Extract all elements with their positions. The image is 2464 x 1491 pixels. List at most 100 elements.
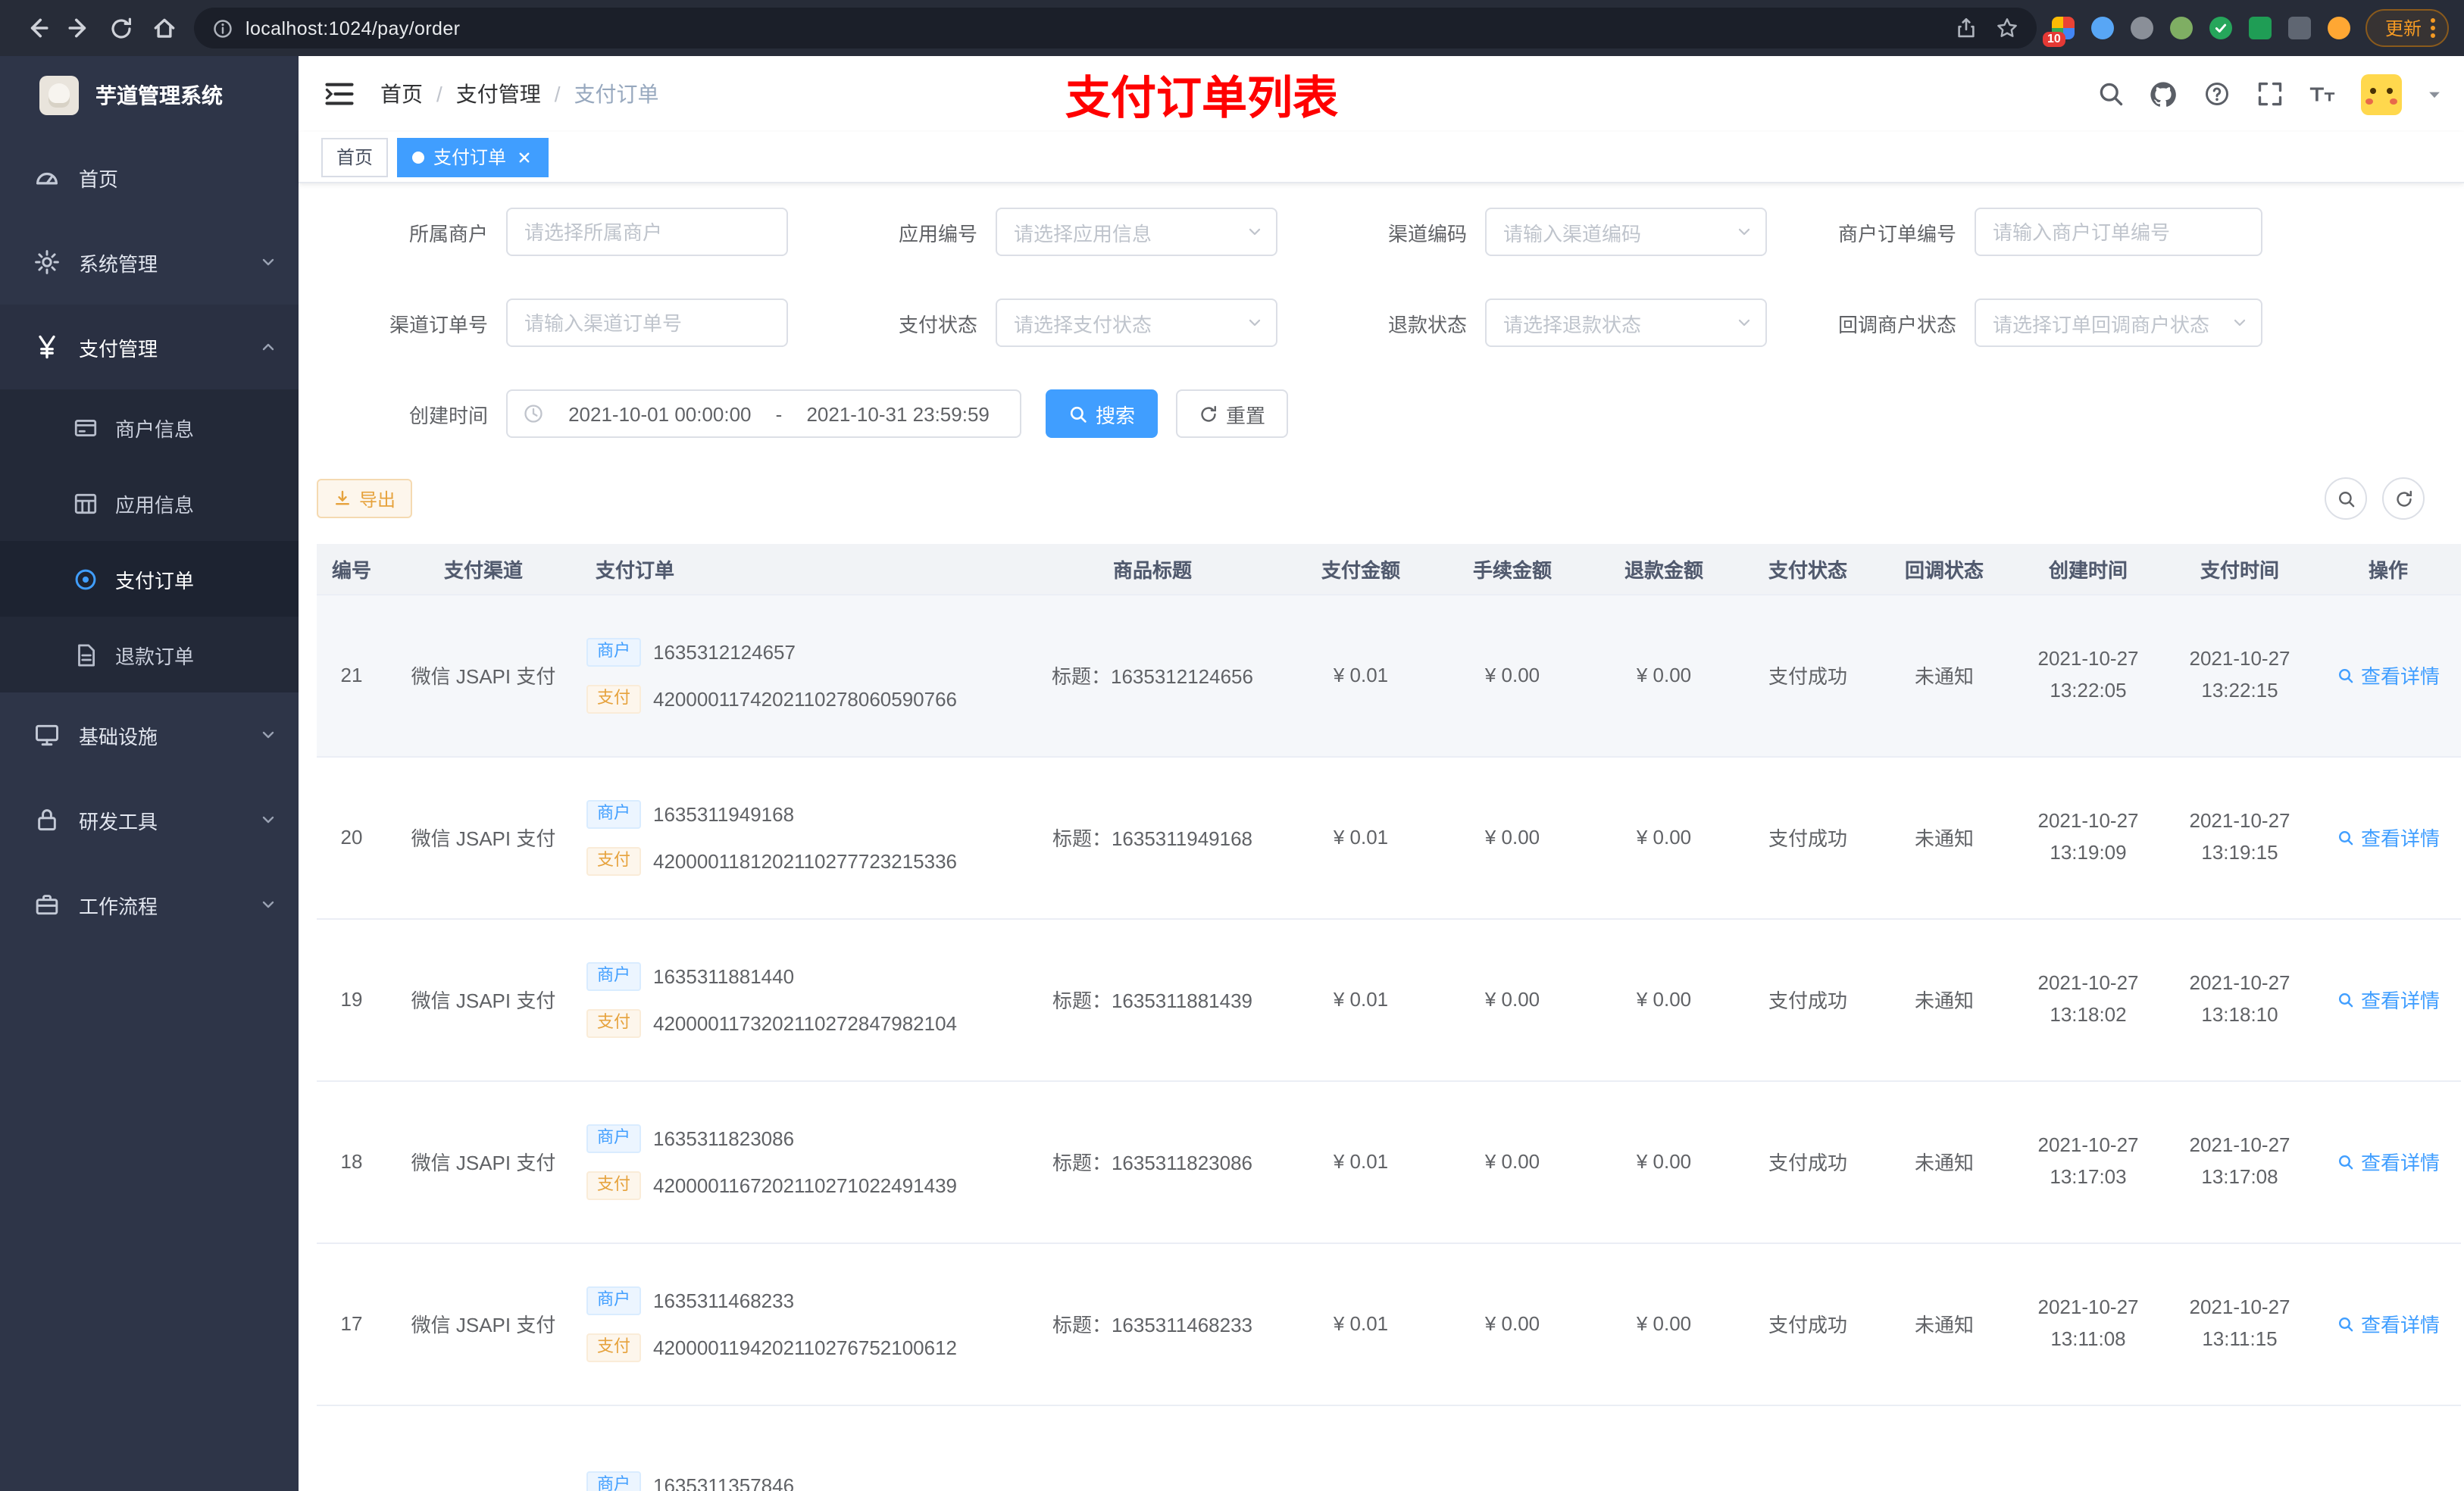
table-row[interactable]: 19 微信 JSAPI 支付 商户 1635311881440 支付 4200001… xyxy=(317,918,2461,1081)
caret-down-icon[interactable] xyxy=(2426,86,2443,102)
view-detail-link[interactable]: 查看详情 xyxy=(2337,1309,2440,1338)
table-header-row: 编号 支付渠道 支付订单 商品标题 支付金额 手续金额 退款金额 支付状态 回调… xyxy=(317,544,2461,595)
toolbar-search-toggle-button[interactable] xyxy=(2325,477,2367,520)
table-row[interactable]: 18 微信 JSAPI 支付 商户 1635311823086 支付 4200001… xyxy=(317,1080,2461,1243)
date-end[interactable]: 2021-10-31 23:59:59 xyxy=(791,402,1005,425)
github-icon[interactable] xyxy=(2149,80,2178,108)
channel-code-select[interactable]: 请输入渠道编码 xyxy=(1485,208,1767,256)
tab-home[interactable]: 首页 xyxy=(321,137,389,177)
browser-update-button[interactable]: 更新 xyxy=(2365,9,2449,47)
reload-icon[interactable] xyxy=(100,7,142,49)
merchant-order-no-input[interactable] xyxy=(1975,208,2262,256)
reset-button[interactable]: 重置 xyxy=(1176,389,1289,438)
back-icon[interactable] xyxy=(15,7,58,49)
channel-order-no-input[interactable] xyxy=(506,299,788,347)
create-time: 2021-10-27 13:22:05 xyxy=(2012,594,2164,757)
bookmark-star-icon[interactable] xyxy=(1996,17,2018,39)
pay-tag: 支付 xyxy=(586,1171,641,1199)
extension-icon[interactable] xyxy=(2130,17,2153,39)
search-button[interactable]: 搜索 xyxy=(1046,389,1159,438)
extension-icon[interactable] xyxy=(2327,17,2350,39)
chevron-down-icon xyxy=(2231,314,2249,332)
product-title: 标题：1635311949168 xyxy=(1020,756,1285,919)
table-row[interactable]: 20 微信 JSAPI 支付 商户 1635311949168 支付 4200001… xyxy=(317,756,2461,919)
breadcrumb: 首页 / 支付管理 / 支付订单 xyxy=(380,79,659,109)
sidebar-item-home[interactable]: 首页 xyxy=(0,135,299,220)
extension-icon[interactable] xyxy=(2248,17,2272,39)
sidebar: 芋道管理系统 首页 系统管理 支付管理 商户信息 应用信息 支付订单 退款订单 … xyxy=(0,56,299,1491)
user-avatar[interactable] xyxy=(2361,73,2402,114)
tab-pay-order[interactable]: 支付订单 xyxy=(397,137,549,177)
date-range-picker[interactable]: 2021-10-01 00:00:00 - 2021-10-31 23:59:5… xyxy=(506,389,1021,438)
briefcase-icon xyxy=(33,891,61,918)
filter-refund-status: 退款状态 请选择退款状态 xyxy=(1296,299,1785,347)
font-size-icon[interactable] xyxy=(2308,80,2337,108)
sidebar-item-refund-order[interactable]: 退款订单 xyxy=(0,617,299,692)
breadcrumb-home[interactable]: 首页 xyxy=(380,79,423,109)
sidebar-item-devtools[interactable]: 研发工具 xyxy=(0,777,299,862)
filter-channel-code: 渠道编码 请输入渠道编码 xyxy=(1296,208,1785,256)
search-icon[interactable] xyxy=(2096,80,2125,108)
browser-menu-icon[interactable] xyxy=(2431,18,2435,38)
menu-fold-icon[interactable] xyxy=(323,77,356,111)
fullscreen-icon[interactable] xyxy=(2255,80,2284,108)
chevron-down-icon xyxy=(1735,223,1753,241)
toolbar-refresh-button[interactable] xyxy=(2382,477,2425,520)
view-detail-link[interactable]: 查看详情 xyxy=(2337,1147,2440,1176)
app-grid-icon xyxy=(73,490,98,516)
app-logo[interactable]: 芋道管理系统 xyxy=(0,56,299,135)
view-detail-link[interactable]: 查看详情 xyxy=(2337,985,2440,1014)
fee-amount: ¥ 0.00 xyxy=(1437,918,1588,1081)
pay-status-select[interactable]: 请选择支付状态 xyxy=(996,299,1277,347)
home-icon[interactable] xyxy=(142,7,185,49)
address-bar[interactable]: localhost:1024/pay/order xyxy=(194,8,2037,48)
table-row[interactable]: 21 微信 JSAPI 支付 商户 1635312124657 支付 4200001… xyxy=(317,594,2461,757)
page-annotation: 支付订单列表 xyxy=(1065,74,1338,124)
breadcrumb-payment[interactable]: 支付管理 xyxy=(456,79,541,109)
fee-amount: ¥ 0.00 xyxy=(1437,594,1588,757)
share-icon[interactable] xyxy=(1955,17,1978,39)
filter-app-id: 应用编号 请选择应用信息 xyxy=(806,208,1296,256)
sidebar-item-merchant-info[interactable]: 商户信息 xyxy=(0,389,299,465)
refund-status-select[interactable]: 请选择退款状态 xyxy=(1485,299,1767,347)
forward-icon[interactable] xyxy=(58,7,100,49)
extension-icon[interactable] xyxy=(2287,17,2311,39)
pay-amount: ¥ 0.01 xyxy=(1285,594,1437,757)
view-detail-link[interactable]: 查看详情 xyxy=(2337,661,2440,689)
clock-icon xyxy=(523,403,544,424)
sidebar-item-pay-order[interactable]: 支付订单 xyxy=(0,541,299,617)
filter-pay-status: 支付状态 请选择支付状态 xyxy=(806,299,1296,347)
notify-status-select[interactable]: 请选择订单回调商户状态 xyxy=(1975,299,2262,347)
pay-order-cell: 商户 1635311823086 支付 4200001167202110271022… xyxy=(580,1080,1020,1243)
merchant-input[interactable] xyxy=(506,208,788,256)
extension-icon[interactable] xyxy=(2169,17,2193,39)
extension-icon[interactable] xyxy=(2209,17,2232,39)
url-text[interactable]: localhost:1024/pay/order xyxy=(245,17,460,39)
view-detail-link[interactable]: 查看详情 xyxy=(2337,823,2440,852)
site-info-icon[interactable] xyxy=(212,17,233,39)
table-row[interactable]: 17 微信 JSAPI 支付 商户 1635311468233 支付 4200001… xyxy=(317,1242,2461,1405)
payment-submenu: 商户信息 应用信息 支付订单 退款订单 xyxy=(0,389,299,692)
extension-badge: 10 xyxy=(2042,32,2065,47)
sidebar-item-app-info[interactable]: 应用信息 xyxy=(0,465,299,541)
sidebar-item-system[interactable]: 系统管理 xyxy=(0,220,299,305)
extension-icons: 10 xyxy=(2042,17,2350,47)
product-title: 标题：1635311468233 xyxy=(1020,1242,1285,1405)
date-start[interactable]: 2021-10-01 00:00:00 xyxy=(553,402,767,425)
extension-icon[interactable] xyxy=(2090,17,2114,39)
sidebar-item-payment[interactable]: 支付管理 xyxy=(0,305,299,389)
order-id: 18 xyxy=(317,1080,386,1243)
pay-status: 支付成功 xyxy=(1740,594,1876,757)
product-title: 标题：1635311823086 xyxy=(1020,1080,1285,1243)
sidebar-item-infra[interactable]: 基础设施 xyxy=(0,692,299,777)
help-icon[interactable] xyxy=(2202,80,2231,108)
sidebar-item-workflow[interactable]: 工作流程 xyxy=(0,862,299,947)
close-icon[interactable] xyxy=(515,148,533,166)
app-id-select[interactable]: 请选择应用信息 xyxy=(996,208,1277,256)
table-row[interactable]: 商户 1635311357846 xyxy=(317,1405,2461,1491)
export-button[interactable]: 导出 xyxy=(317,479,413,518)
pay-amount: ¥ 0.01 xyxy=(1285,1242,1437,1405)
merchant-tag: 商户 xyxy=(586,1286,641,1314)
filter-merchant-order-no: 商户订单编号 xyxy=(1785,208,2275,256)
extension-icon[interactable]: 10 xyxy=(2042,17,2075,47)
